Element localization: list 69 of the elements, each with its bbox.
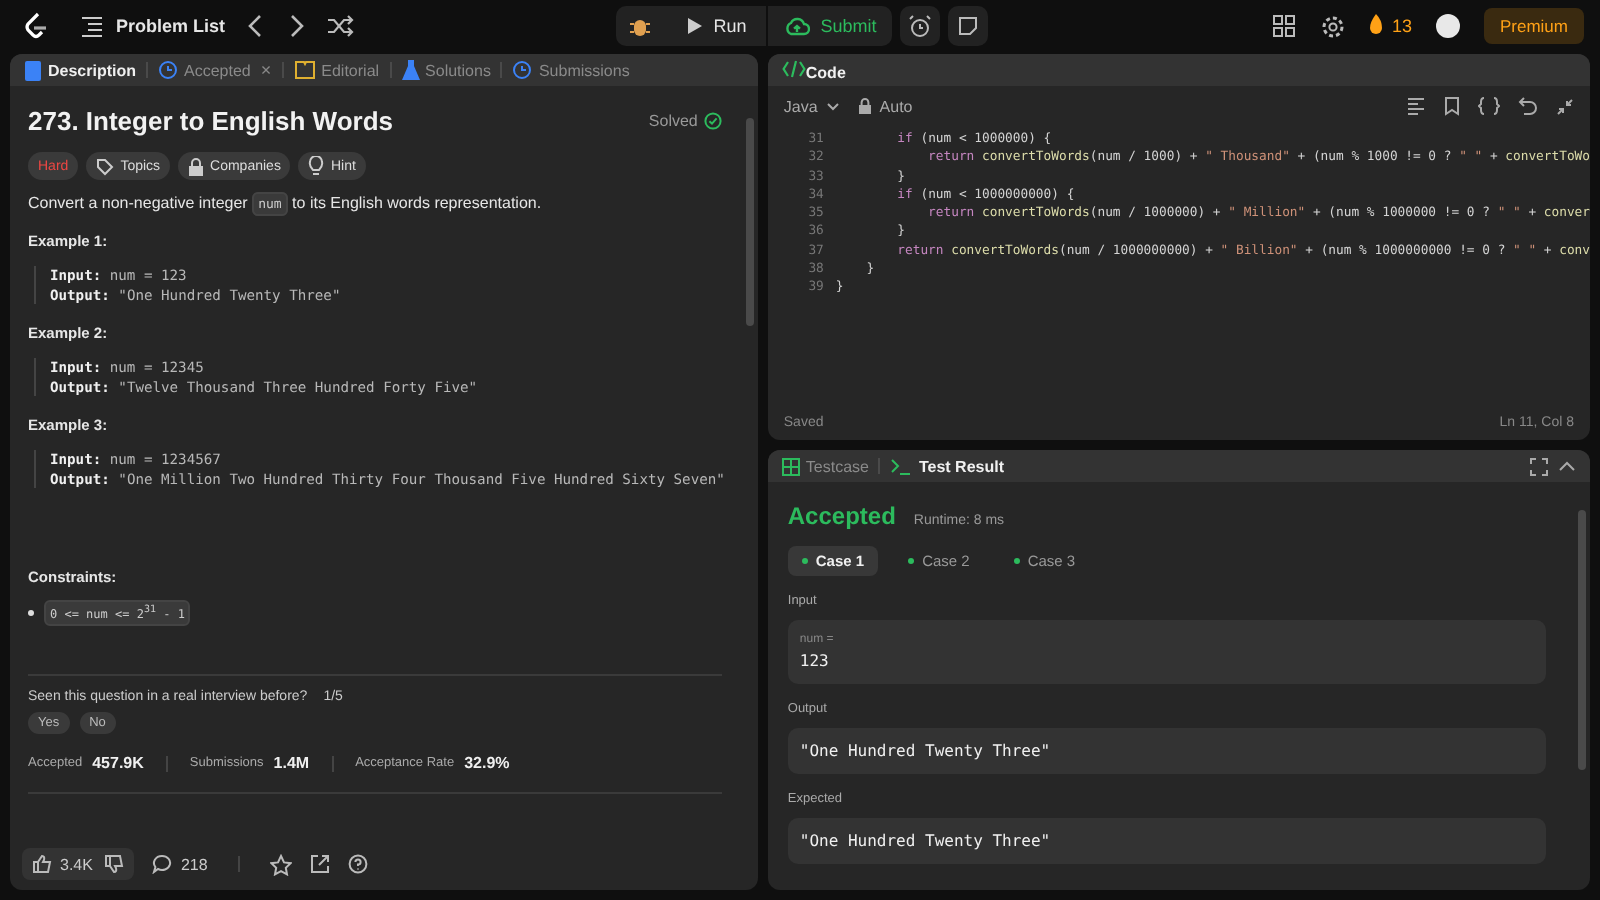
stat-value: 457.9K [92, 754, 144, 772]
fire-icon [1365, 14, 1386, 38]
star-icon[interactable] [269, 853, 292, 875]
check-circle-icon [703, 112, 722, 130]
help-icon[interactable] [347, 854, 368, 874]
logo-icon[interactable] [20, 10, 52, 42]
play-icon [683, 16, 704, 36]
flask-icon [401, 60, 420, 80]
clock-icon [512, 60, 533, 80]
panel-tab[interactable]: Submissions [512, 60, 630, 80]
panel-tab[interactable]: Testcase [781, 457, 869, 475]
layout-icon[interactable] [1271, 14, 1296, 38]
list-icon [80, 14, 104, 38]
chevron-up-icon[interactable] [1558, 460, 1576, 472]
collapse-icon[interactable] [1556, 97, 1574, 115]
cloud-upload-icon [784, 15, 811, 37]
code-icon [781, 59, 806, 77]
panel-tab[interactable]: Description [24, 59, 137, 81]
note-icon [956, 14, 981, 38]
solved-status: Solved [648, 112, 698, 130]
document-icon [24, 59, 42, 81]
panel-tab[interactable]: Editorial [293, 60, 380, 80]
thumbs-up-icon [32, 854, 52, 874]
speech-bubble-icon [152, 854, 173, 874]
language-dropdown[interactable]: Java [783, 97, 840, 115]
braces-icon[interactable] [1478, 96, 1500, 116]
premium-button[interactable]: Premium [1483, 8, 1584, 44]
note-button[interactable] [948, 6, 989, 46]
chevron-left-icon[interactable] [245, 14, 266, 38]
chevron-right-icon[interactable] [285, 14, 306, 38]
comments-button[interactable]: 218 [152, 854, 208, 874]
close-icon[interactable]: × [260, 60, 272, 80]
expected-value: "One Hundred Twenty Three" [787, 818, 1546, 864]
lock-icon [188, 157, 205, 175]
bookmark-icon[interactable] [1444, 96, 1460, 116]
alarm-clock-button[interactable] [900, 6, 941, 46]
input-value: 123 [799, 652, 831, 670]
submit-button[interactable]: Submit [766, 6, 893, 46]
share-icon[interactable] [309, 854, 330, 874]
panel-tab[interactable]: Accepted × [158, 60, 272, 80]
alarm-clock-icon [908, 14, 933, 38]
dislike-icon[interactable] [104, 854, 125, 874]
panel-tab[interactable]: Test Result [890, 457, 1004, 475]
verdict-label: Accepted [787, 502, 896, 530]
stat-value: 32.9% [464, 754, 510, 772]
bulb-icon [308, 156, 325, 176]
shuffle-icon[interactable] [325, 14, 354, 38]
code-panel-title: Code [805, 63, 846, 81]
bug-icon [627, 14, 652, 38]
lock-icon [857, 98, 872, 114]
settings-icon[interactable] [1319, 13, 1346, 39]
run-button[interactable]: Run [667, 6, 763, 46]
streak-count[interactable]: 13 [1391, 16, 1412, 36]
panel-tab[interactable]: Solutions [401, 60, 491, 80]
output-value: "One Hundred Twenty Three" [787, 728, 1546, 774]
grid-icon [781, 457, 800, 475]
caret-icon [825, 101, 840, 111]
fullscreen-icon[interactable] [1530, 457, 1548, 475]
problem-list-button[interactable]: Problem List [80, 14, 226, 38]
undo-icon[interactable] [1518, 96, 1538, 116]
auto-mode-label[interactable]: Auto [879, 97, 913, 115]
tag-icon [96, 157, 115, 175]
book-icon [293, 60, 316, 80]
format-icon[interactable] [1406, 96, 1426, 116]
problem-title: 273. Integer to English Words [28, 106, 394, 136]
terminal-icon [890, 457, 913, 475]
avatar[interactable] [1435, 14, 1460, 38]
stat-value: 1.4M [273, 754, 310, 772]
clock-icon [158, 60, 179, 80]
